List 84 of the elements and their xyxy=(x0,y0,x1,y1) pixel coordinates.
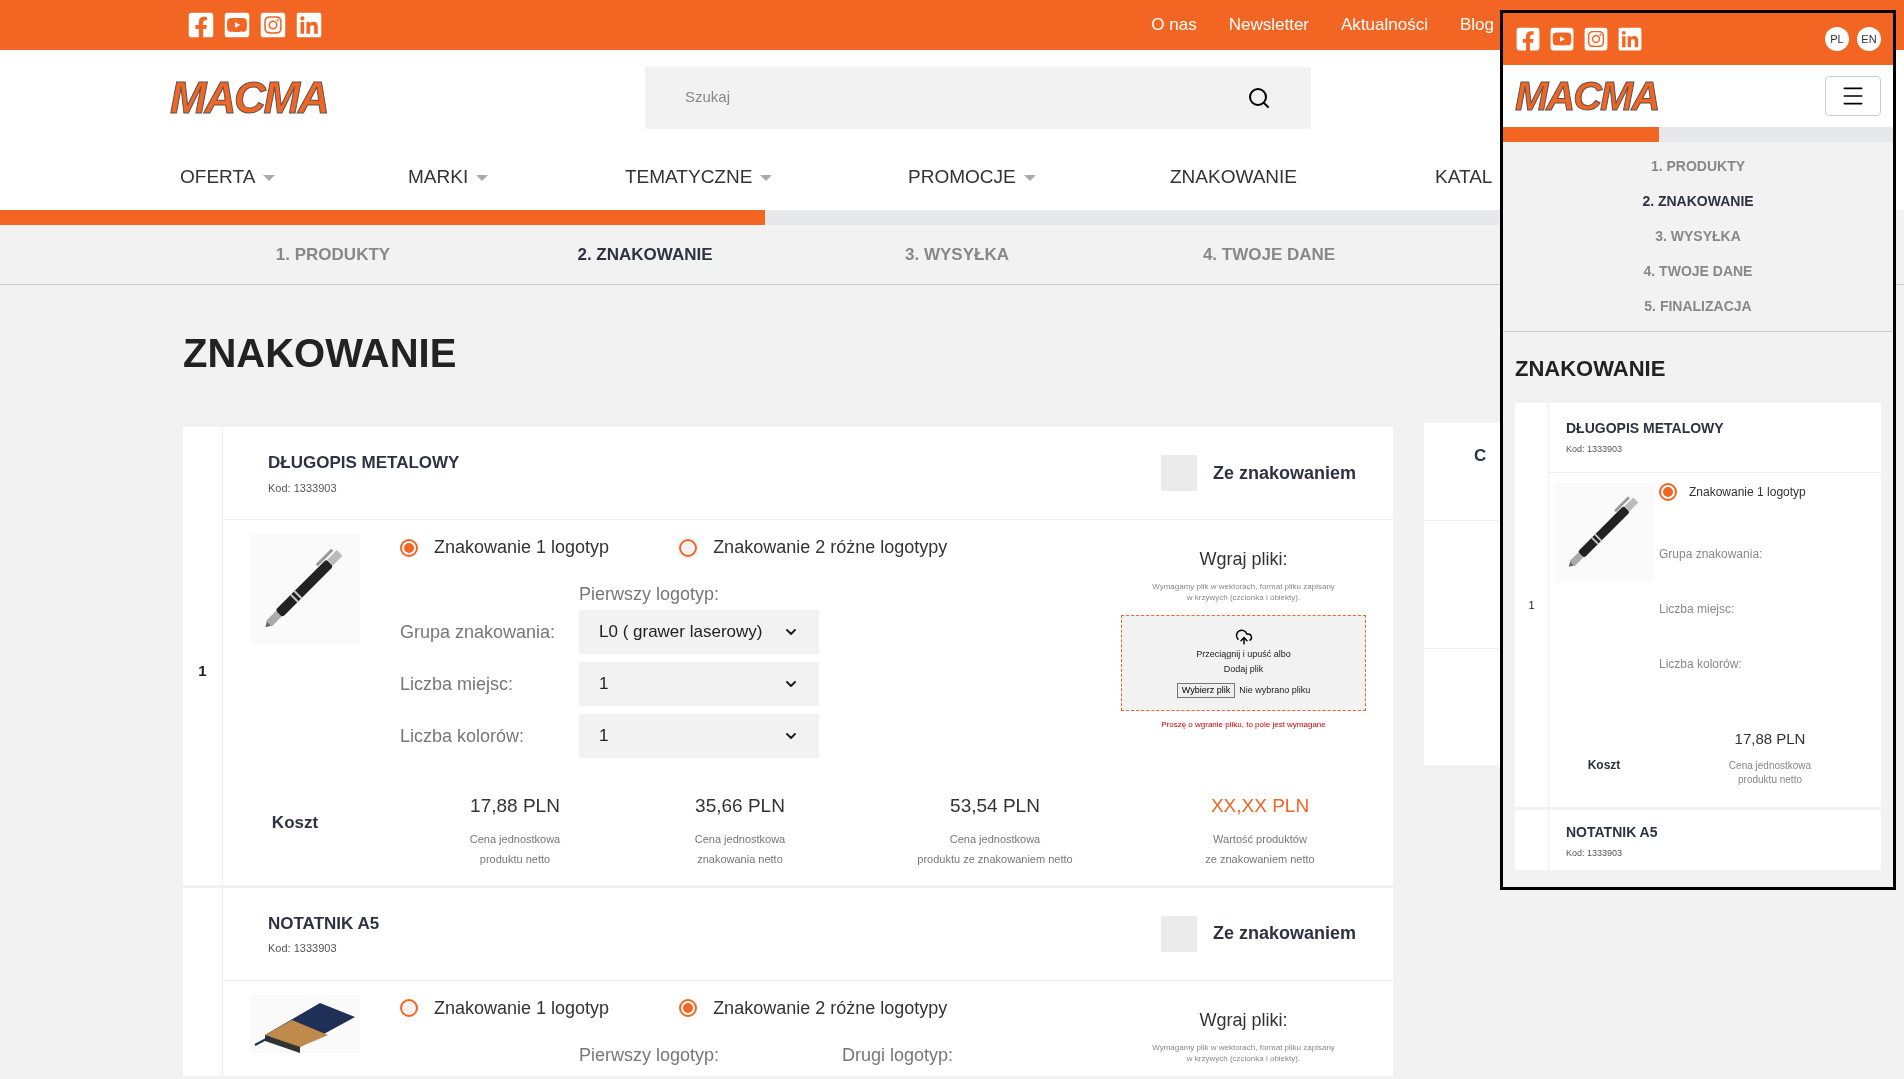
nav-item[interactable]: TEMATYCZNE xyxy=(625,163,773,192)
nav-item[interactable]: OFERTA xyxy=(180,163,276,192)
checkbox-label[interactable]: Ze znakowaniem xyxy=(1212,459,1356,487)
caret-icon xyxy=(1023,174,1036,181)
instagram-icon[interactable] xyxy=(259,11,287,39)
caret-icon xyxy=(263,174,276,181)
price-caption: Cena jednostkowa produktu netto xyxy=(1728,758,1812,787)
product-code: Kod: 1333903 xyxy=(1566,846,1624,860)
field-label: Grupa znakowania: xyxy=(1659,546,1764,563)
error-message: Proszę o wgranie pliku, to pole jest wymagane xyxy=(1161,719,1326,731)
instagram-icon[interactable] xyxy=(1583,26,1609,52)
price: 17,88 PLN xyxy=(1734,729,1806,749)
row-number: 1 xyxy=(1528,597,1535,613)
nav-item[interactable]: MARKI xyxy=(408,163,489,192)
price: XX,XX PLN xyxy=(1210,794,1310,818)
cost-label: Koszt xyxy=(270,812,320,834)
radio-label[interactable]: Znakowanie 2 różne logotypy xyxy=(713,994,948,1022)
upload-title: Wgraj pliki: xyxy=(1199,548,1288,571)
nav-item[interactable]: ZNAKOWANIE xyxy=(1170,163,1298,192)
checkbox-label[interactable]: Ze znakowaniem xyxy=(1212,920,1356,947)
radio-label[interactable]: Znakowanie 1 logotyp xyxy=(434,994,610,1022)
facebook-icon[interactable] xyxy=(187,11,215,39)
field-label: Liczba kolorów: xyxy=(1659,656,1743,673)
summary-heading: C xyxy=(1474,446,1487,465)
caret-icon xyxy=(760,174,773,181)
youtube-icon[interactable] xyxy=(1549,26,1575,52)
price: 17,88 PLN xyxy=(470,794,560,818)
price-caption: Cena jednostkowa znakowania netto xyxy=(694,831,786,867)
radio-button[interactable] xyxy=(400,999,418,1017)
price-caption: Cena jednostkowa produktu ze znakowaniem netto xyxy=(917,831,1073,867)
upload-note: Wymagamy plik w wektorach, format pliku zapisany w krzywych (czcionka i obiekty). xyxy=(1151,1041,1336,1064)
field-label: Liczba kolorów: xyxy=(400,724,526,748)
radio-label[interactable]: Znakowanie 1 logotyp xyxy=(1689,483,1806,501)
search-icon[interactable] xyxy=(1247,85,1271,110)
facebook-icon[interactable] xyxy=(1515,26,1541,52)
field-label: Liczba miejsc: xyxy=(400,672,515,696)
cost-label: Koszt xyxy=(1586,756,1622,774)
drop-zone[interactable]: Przeciągnij i upuść albo Dodaj plik Wybierz plik Nie wybrano pliku xyxy=(1121,615,1366,711)
file-status: Nie wybrano pliku xyxy=(1239,683,1311,697)
radio-label[interactable]: Znakowanie 1 logotyp xyxy=(434,534,610,561)
choose-file-button[interactable]: Wybierz plik xyxy=(1176,682,1236,699)
linkedin-icon[interactable] xyxy=(295,11,323,39)
price: 35,66 PLN xyxy=(695,794,785,818)
step-tab[interactable]: 2. ZNAKOWANIE xyxy=(1642,191,1754,212)
menu-button[interactable] xyxy=(1825,76,1881,116)
field-label: Grupa znakowania: xyxy=(400,620,557,644)
step-tab[interactable]: 2. ZNAKOWANIE xyxy=(489,241,801,268)
product-name: DŁUGOPIS METALOWY xyxy=(1566,419,1725,439)
logo-header: Drugi logotyp: xyxy=(842,1043,954,1067)
price-caption: Cena jednostkowa produktu netto xyxy=(469,831,561,867)
nav-item[interactable]: PROMOCJE xyxy=(908,163,1036,192)
page-title: ZNAKOWANIE xyxy=(1514,355,1667,383)
add-file-text: Dodaj plik xyxy=(1223,663,1264,677)
product-name: NOTATNIK A5 xyxy=(268,912,380,935)
upload-title: Wgraj pliki: xyxy=(1199,1008,1288,1032)
language-button[interactable]: EN xyxy=(1857,27,1881,51)
logo-header: Pierwszy logotyp: xyxy=(579,583,720,606)
upload-note: Wymagamy plik w wektorach, format pliku zapisany w krzywych (czcionka i obiekty). xyxy=(1151,581,1336,603)
price: 53,54 PLN xyxy=(950,794,1040,818)
upload-icon xyxy=(1234,627,1253,646)
select-field[interactable]: 1 xyxy=(579,662,819,706)
logo-header: Pierwszy logotyp: xyxy=(579,1043,720,1067)
radio-button[interactable] xyxy=(679,538,698,557)
select-field[interactable]: 1 xyxy=(579,714,819,758)
product-code: Kod: 1333903 xyxy=(1566,443,1624,457)
row-number: 1 xyxy=(198,660,207,681)
select-field[interactable]: L0 ( grawer laserowy) xyxy=(579,610,819,654)
field-label: Liczba miejsc: xyxy=(1659,601,1736,618)
radio-button[interactable] xyxy=(400,538,418,557)
page-title: ZNAKOWANIE xyxy=(183,330,458,377)
radio-button[interactable] xyxy=(1659,483,1677,501)
product-code: Kod: 1333903 xyxy=(268,941,338,956)
youtube-icon[interactable] xyxy=(223,11,251,39)
language-button[interactable]: PL xyxy=(1825,27,1849,51)
product-name: NOTATNIK A5 xyxy=(1566,822,1658,842)
caret-icon xyxy=(476,174,489,181)
radio-label[interactable]: Znakowanie 2 różne logotypy xyxy=(713,534,948,561)
radio-button[interactable] xyxy=(679,999,698,1017)
product-name: DŁUGOPIS METALOWY xyxy=(268,452,460,474)
nav-item[interactable]: KATAL xyxy=(1435,163,1493,192)
price-caption: Wartość produktów ze znakowaniem netto xyxy=(1205,831,1315,867)
drop-text: Przeciągnij i upuść albo xyxy=(1196,647,1291,661)
product-code: Kod: 1333903 xyxy=(268,480,338,496)
linkedin-icon[interactable] xyxy=(1617,26,1643,52)
